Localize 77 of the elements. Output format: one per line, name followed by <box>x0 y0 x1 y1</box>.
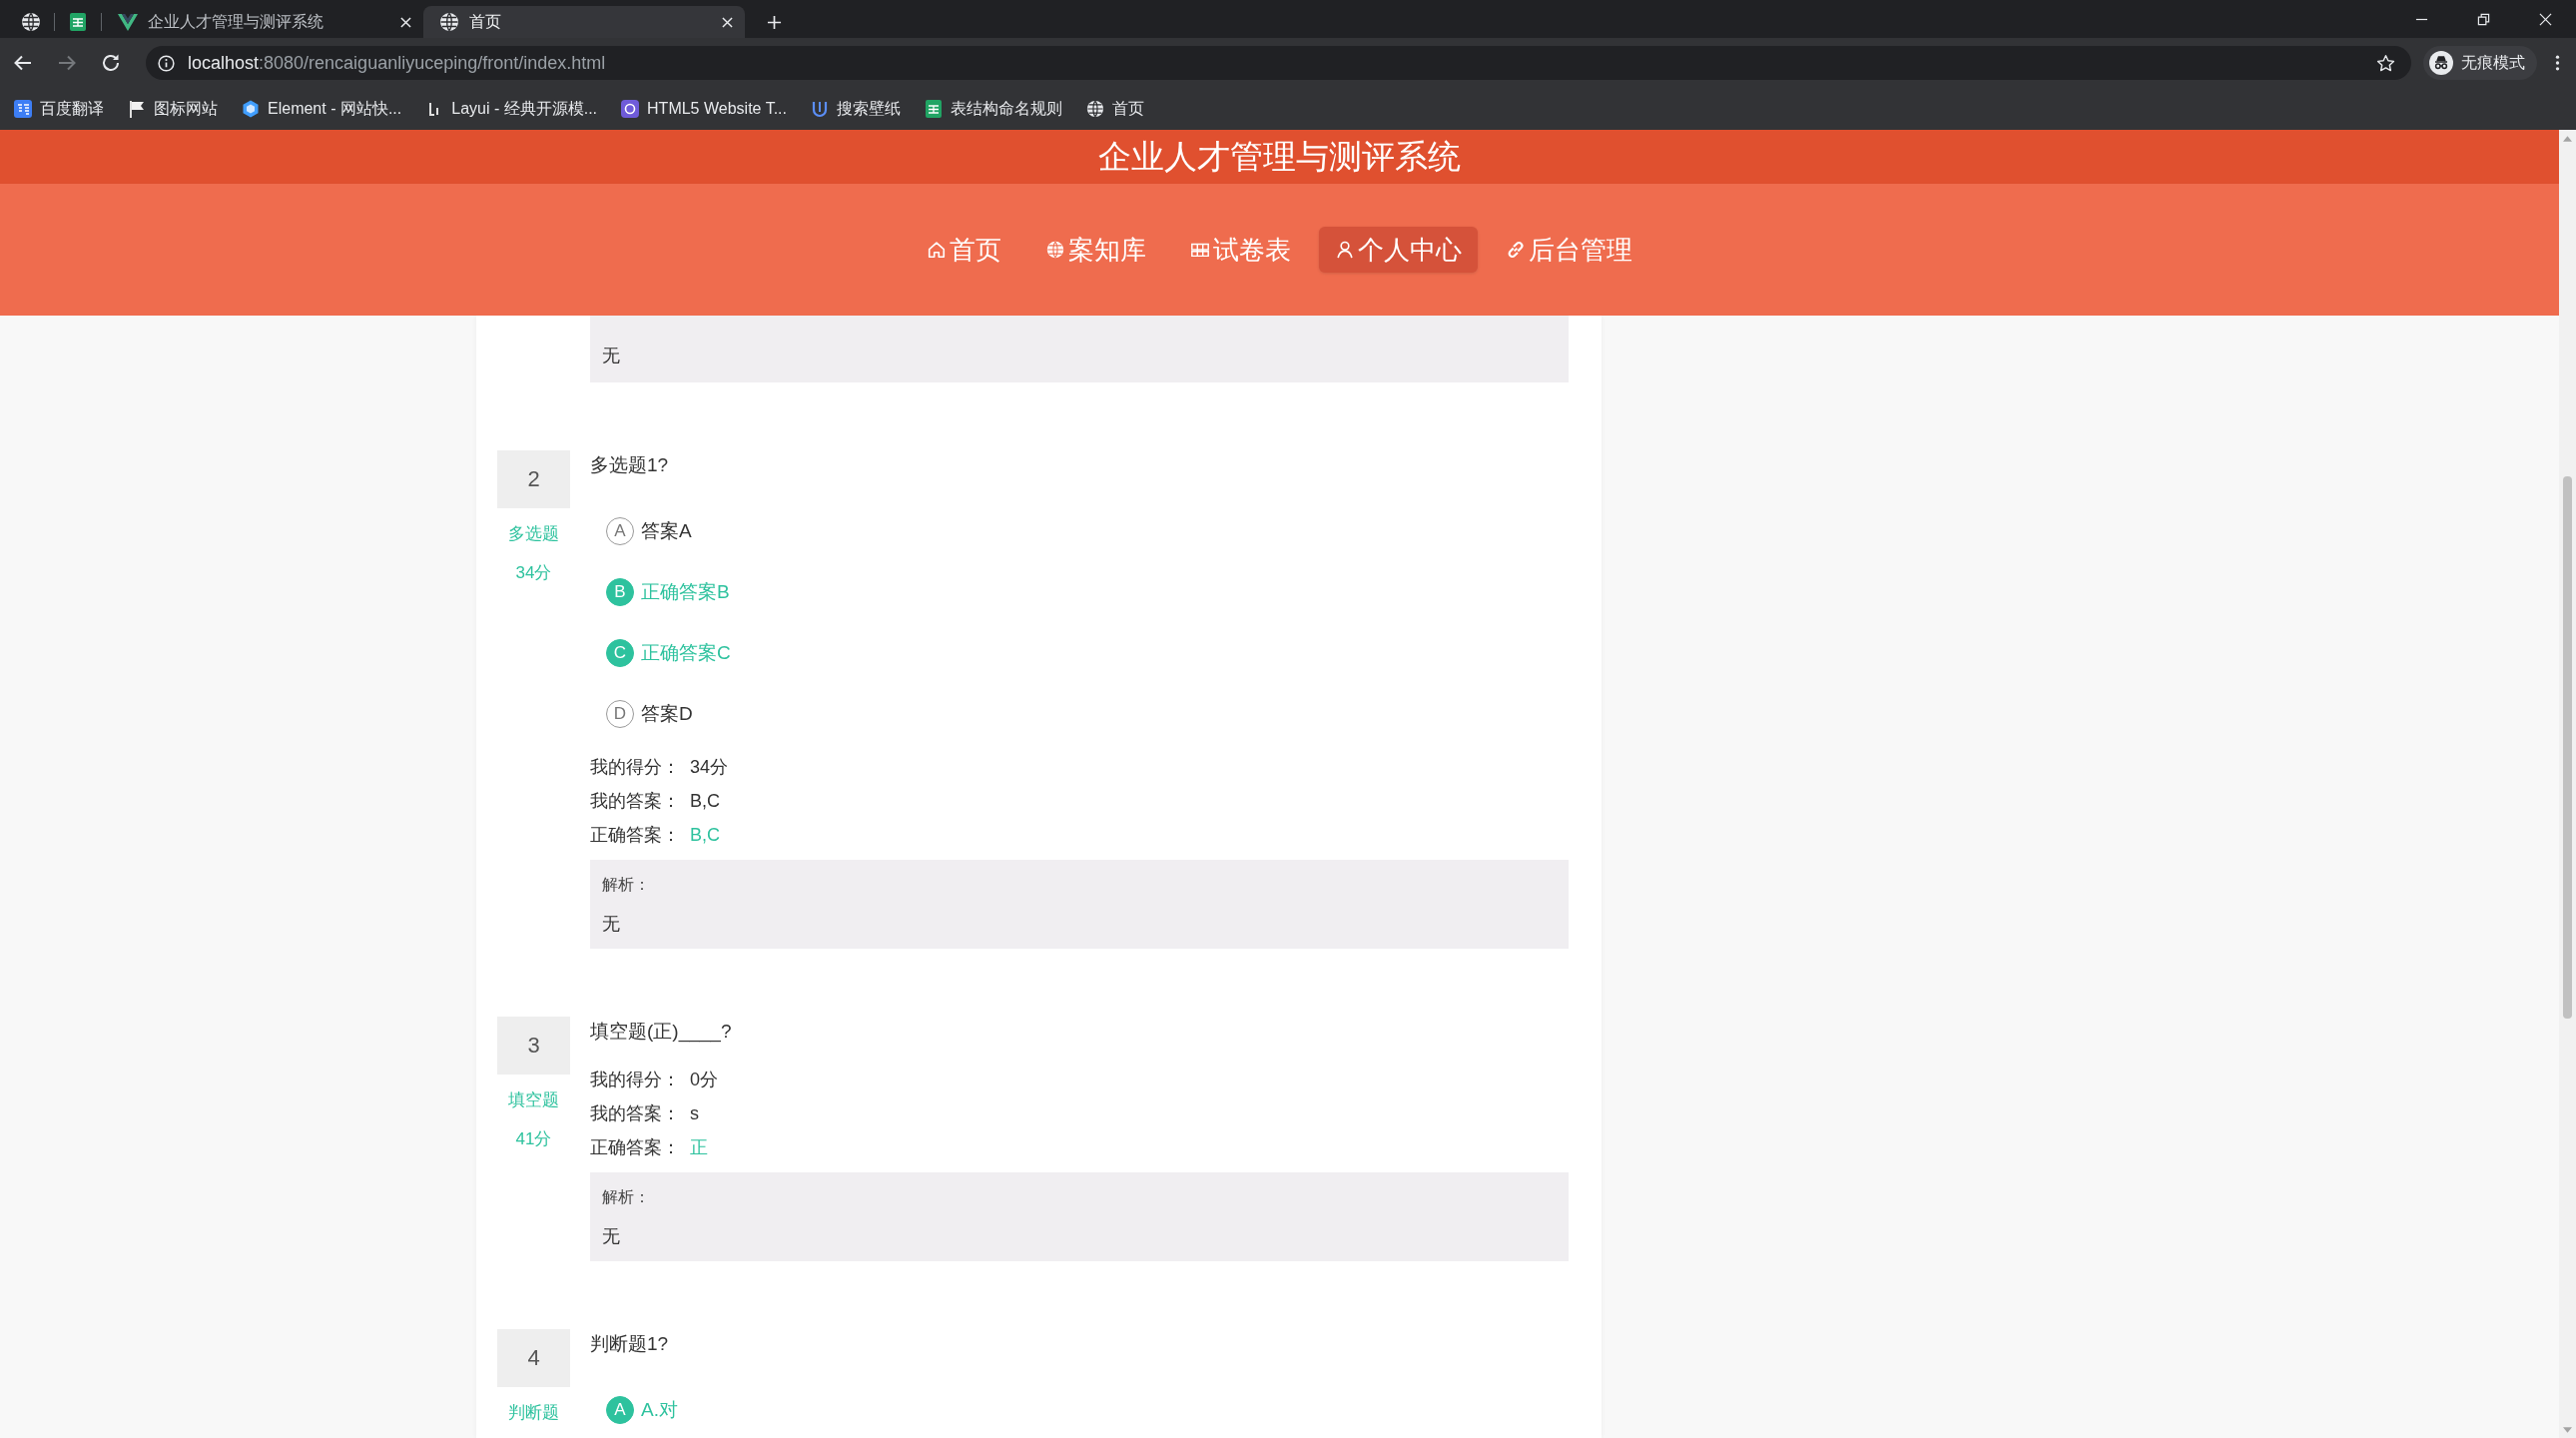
result-value: B,C <box>690 824 720 846</box>
bookmark[interactable]: Element - 网站快... <box>234 93 410 125</box>
question-type: 填空题 <box>508 1089 559 1111</box>
restore-icon[interactable] <box>2476 12 2490 26</box>
result-label: 我的答案： <box>590 790 681 813</box>
bookmark[interactable]: 图标网站 <box>120 93 226 125</box>
question-text: 填空题(正)____? <box>590 1020 733 1045</box>
result-label: 我的得分： <box>590 1069 681 1091</box>
address-bar[interactable]: localhost:8080/rencaiguanliyuceping/front/index.html <box>146 46 2411 80</box>
browser-tab[interactable]: 企业人才管理与测评系统 <box>102 6 423 38</box>
option-letter: C <box>606 638 634 667</box>
result-label: 正确答案： <box>590 824 681 847</box>
bookmark[interactable]: Layui - 经典开源模... <box>417 93 606 125</box>
analysis-label: 解析： <box>602 875 651 895</box>
option-label: 正确答案C <box>641 640 731 665</box>
bookmark[interactable]: HTML5 Website T... <box>613 93 795 125</box>
browser-tab[interactable]: 首页 <box>423 6 745 38</box>
spreadsheet-icon <box>68 12 88 32</box>
analysis-text: 无 <box>602 913 621 936</box>
bookmark[interactable]: 首页 <box>1077 93 1152 125</box>
option-label: A.对 <box>641 1397 678 1422</box>
bookmark-star-icon[interactable] <box>2376 53 2395 73</box>
globe-icon <box>439 12 459 32</box>
result-label: 我的得分： <box>590 756 681 779</box>
app-tile-icon <box>621 100 640 118</box>
scrollbar-track[interactable] <box>2559 130 2576 1438</box>
question-number: 2 <box>497 450 570 508</box>
home-icon <box>927 240 947 260</box>
close-icon[interactable] <box>400 16 411 28</box>
result-value: 正 <box>690 1136 708 1159</box>
question-points: 34分 <box>515 562 552 584</box>
analysis-text: 无 <box>602 345 621 367</box>
bookmark[interactable]: 搜索壁纸 <box>802 93 909 125</box>
result-label: 正确答案： <box>590 1136 681 1159</box>
site-title: 企业人才管理与测评系统 <box>1098 136 1461 177</box>
globe-icon <box>1045 240 1065 260</box>
nav-link[interactable]: 个人中心 <box>1319 227 1478 273</box>
question-number: 4 <box>497 1329 570 1387</box>
reload-icon[interactable] <box>100 52 122 74</box>
person-icon <box>1335 240 1355 260</box>
question-points: 41分 <box>515 1128 552 1150</box>
question-type: 多选题 <box>508 523 559 545</box>
link-icon <box>1506 240 1526 260</box>
globe-icon <box>1085 100 1104 118</box>
globe-icon <box>21 12 41 32</box>
scrollbar-thumb[interactable] <box>2563 476 2572 1019</box>
option-letter: A <box>606 1395 634 1424</box>
close-icon[interactable] <box>722 16 733 28</box>
result-value: s <box>690 1102 699 1124</box>
hexagon-icon <box>242 100 260 118</box>
analysis-label: 解析： <box>602 1187 651 1207</box>
option-label: 正确答案B <box>641 579 730 604</box>
question-number: 3 <box>497 1017 570 1075</box>
option-label: 答案A <box>641 518 692 543</box>
info-icon[interactable] <box>158 54 175 72</box>
profile-button[interactable]: 无痕模式 <box>2423 46 2537 80</box>
result-value: 34分 <box>690 756 729 779</box>
close-icon[interactable] <box>2538 12 2552 26</box>
v-logo-icon <box>118 12 138 32</box>
option-label: 答案D <box>641 701 693 726</box>
option-letter: B <box>606 577 634 606</box>
question-type: 判断题 <box>508 1402 559 1424</box>
flag-icon <box>128 100 146 118</box>
new-tab-icon[interactable] <box>767 14 782 30</box>
result-value: B,C <box>690 790 720 812</box>
bookmark[interactable]: 表结构命名规则 <box>916 93 1070 125</box>
incognito-icon <box>2429 51 2453 75</box>
analysis-text: 无 <box>602 1225 621 1248</box>
translate-icon <box>14 100 32 118</box>
result-value: 0分 <box>690 1069 718 1091</box>
spreadsheet-icon <box>924 100 943 118</box>
question-text: 多选题1? <box>590 453 670 477</box>
question-text: 判断题1? <box>590 1332 670 1356</box>
bookmark[interactable]: 百度翻译 <box>6 93 112 125</box>
menu-icon[interactable] <box>2555 54 2560 72</box>
u-logo-icon <box>810 100 829 118</box>
result-label: 我的答案： <box>590 1102 681 1125</box>
